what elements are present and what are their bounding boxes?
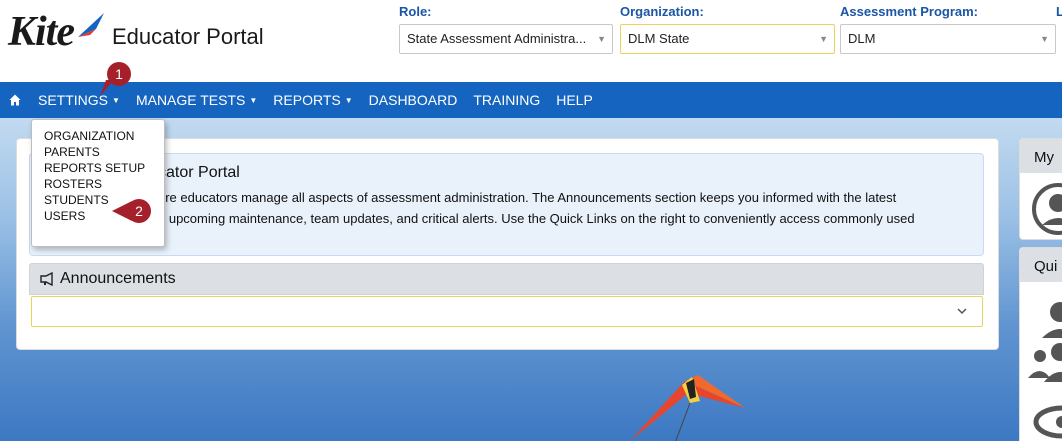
- menu-item-rosters[interactable]: ROSTERS: [44, 176, 164, 192]
- program-label: Assessment Program:: [840, 4, 978, 19]
- home-icon: [9, 94, 21, 106]
- portal-title: Educator Portal: [112, 24, 264, 49]
- organization-value: DLM State: [628, 31, 690, 46]
- announcements-select[interactable]: [31, 296, 983, 327]
- nav-dashboard-label: DASHBOARD: [368, 92, 458, 108]
- my-profile-panel: My: [1019, 138, 1062, 240]
- welcome-text: ere educators manage all aspects of asse…: [158, 187, 968, 229]
- caret-down-icon: ▼: [249, 95, 258, 105]
- chevron-down-icon: [957, 308, 967, 315]
- nav-help[interactable]: HELP: [548, 82, 601, 118]
- cut-off-label: L: [1056, 4, 1062, 19]
- nav-training-label: TRAINING: [473, 92, 541, 108]
- home-button[interactable]: [0, 82, 30, 118]
- menu-item-reports-setup[interactable]: REPORTS SETUP: [44, 160, 164, 176]
- kite-flag-icon: [78, 13, 104, 37]
- nav-manage-tests-label: MANAGE TESTS: [135, 92, 246, 108]
- caret-down-icon: ▼: [819, 34, 828, 44]
- announcements-title: Announcements: [60, 270, 176, 287]
- welcome-line-1: ere educators manage all aspects of asse…: [158, 190, 897, 205]
- welcome-card: cator Portal ere educators manage all as…: [29, 153, 984, 256]
- role-value: State Assessment Administra...: [407, 31, 587, 46]
- role-selector: Role: State Assessment Administra... ▼: [399, 4, 613, 54]
- app-header: Kite Educator Portal Role: State Assessm…: [0, 0, 1062, 82]
- welcome-title: cator Portal: [158, 164, 240, 181]
- quick-links-icons: [1028, 302, 1062, 439]
- nav-reports-label: REPORTS: [273, 92, 341, 108]
- kite-image: [630, 375, 745, 441]
- program-selector: Assessment Program: DLM ▼: [840, 4, 1056, 54]
- eye-icon[interactable]: [1033, 405, 1062, 439]
- quick-links-title: Qui: [1020, 248, 1062, 282]
- caret-down-icon: ▼: [597, 34, 606, 44]
- organization-select[interactable]: DLM State ▼: [620, 24, 835, 54]
- role-select[interactable]: State Assessment Administra... ▼: [399, 24, 613, 54]
- settings-dropdown-menu: ORGANIZATION PARENTS REPORTS SETUP ROSTE…: [31, 119, 165, 247]
- megaphone-icon: [40, 272, 53, 286]
- nav-dashboard[interactable]: DASHBOARD: [361, 82, 466, 118]
- menu-item-organization[interactable]: ORGANIZATION: [44, 128, 164, 144]
- role-label: Role:: [399, 4, 432, 19]
- user-icon[interactable]: [1042, 302, 1062, 338]
- quick-links-panel: Qui: [1019, 247, 1062, 441]
- nav-training[interactable]: TRAINING: [465, 82, 548, 118]
- users-group-icon[interactable]: [1028, 343, 1062, 382]
- organization-selector: Organization: DLM State ▼: [620, 4, 835, 54]
- marker-pointer-1: [100, 80, 114, 96]
- welcome-line-2: g upcoming maintenance, team updates, an…: [158, 211, 915, 226]
- nav-reports[interactable]: REPORTS ▼: [265, 82, 360, 118]
- announcements-header: Announcements: [29, 263, 984, 295]
- caret-down-icon: ▼: [112, 95, 120, 105]
- nav-manage-tests[interactable]: MANAGE TESTS ▼: [128, 82, 265, 118]
- user-circle-icon[interactable]: [1020, 173, 1062, 240]
- program-select[interactable]: DLM ▼: [840, 24, 1056, 54]
- organization-label: Organization:: [620, 4, 704, 19]
- step-marker-2: 2: [127, 199, 151, 223]
- nav-help-label: HELP: [556, 92, 593, 108]
- main-nav: SETTINGS ▼ MANAGE TESTS ▼ REPORTS ▼ DASH…: [0, 82, 1062, 118]
- program-value: DLM: [848, 31, 876, 46]
- my-panel-title: My: [1020, 139, 1062, 173]
- caret-down-icon: ▼: [1040, 34, 1049, 44]
- menu-item-parents[interactable]: PARENTS: [44, 144, 164, 160]
- kite-logo[interactable]: Kite Educator Portal: [8, 8, 264, 56]
- caret-down-icon: ▼: [344, 95, 353, 105]
- logo-text: Kite: [8, 9, 75, 55]
